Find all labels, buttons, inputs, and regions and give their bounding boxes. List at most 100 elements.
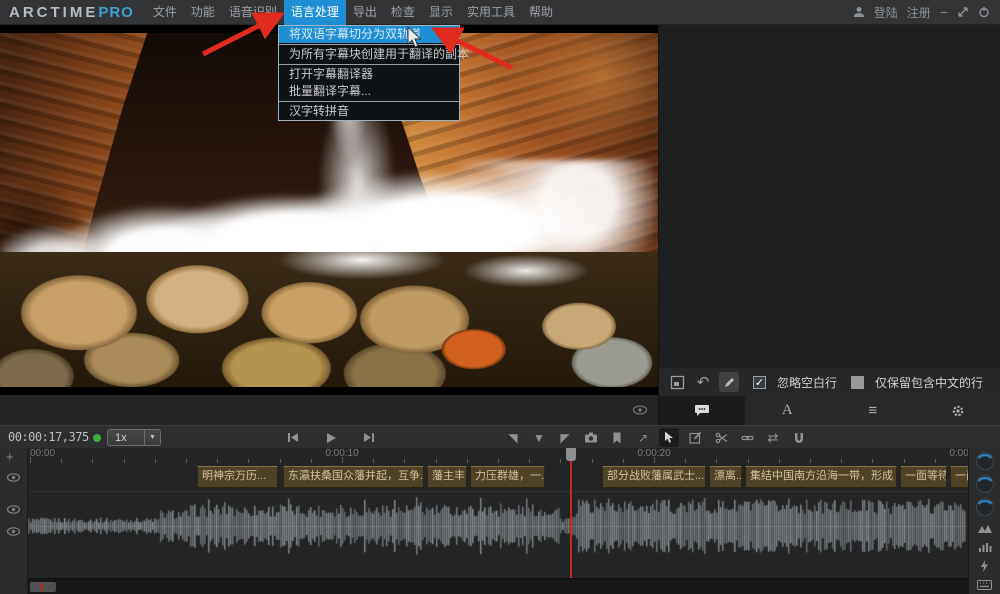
audio-waveform[interactable]: [28, 492, 968, 560]
dropdown-item-4[interactable]: 汉字转拼音: [279, 103, 459, 120]
ignore-blank-checkbox[interactable]: ✓: [753, 376, 766, 389]
zoom-knob-2[interactable]: [975, 474, 995, 494]
tab-text-style[interactable]: A: [745, 396, 831, 425]
track2-eye-icon[interactable]: [6, 504, 22, 516]
snapshot-camera-icon[interactable]: [581, 428, 601, 447]
menu-item-6[interactable]: 显示: [422, 0, 460, 25]
playback-controls: [283, 426, 379, 449]
gear-icon: [951, 404, 965, 418]
menu-item-3[interactable]: 语言处理: [284, 0, 346, 25]
subtitle-track[interactable]: 明神宗万历...东瀛扶桑国众藩并起，互争..藩主丰.力压群雄，一. 部分战败藩属武…: [0, 465, 968, 489]
dropdown-item-2[interactable]: 打开字幕翻译器: [279, 66, 459, 83]
link-icon[interactable]: [737, 428, 757, 447]
keyboard-shortcuts-icon[interactable]: [975, 577, 995, 593]
subtitle-block-5[interactable]: 漂离..: [709, 466, 742, 488]
timeline-side-controls: [968, 448, 1000, 594]
speech-bubble-icon: [694, 404, 710, 418]
minimize-button[interactable]: −: [940, 4, 948, 20]
chinese-only-checkbox[interactable]: [851, 376, 864, 389]
tab-subtitles[interactable]: [659, 396, 745, 425]
menu-item-7[interactable]: 实用工具: [460, 0, 522, 25]
block-end-icon[interactable]: ◤: [555, 428, 575, 447]
subtitle-block-4[interactable]: 部分战败藩属武士...: [602, 466, 706, 488]
menu-item-5[interactable]: 检查: [384, 0, 422, 25]
ruler-tick: [467, 459, 468, 463]
scrollbar-notch: [40, 583, 43, 591]
magnet-icon[interactable]: [789, 428, 809, 447]
ruler-tick: [61, 459, 62, 463]
spectrum-mode-icon[interactable]: [975, 539, 995, 555]
menu-item-0[interactable]: 文件: [146, 0, 184, 25]
zoom-knob-3[interactable]: [975, 497, 995, 517]
subtitle-panel-toolbar: ↶ ✓ 忽略空白行 仅保留包含中文的行: [659, 368, 1000, 396]
select-cursor-icon[interactable]: [659, 428, 679, 447]
undo-icon[interactable]: ↶: [693, 372, 713, 392]
ruler-tick: [280, 459, 281, 463]
playhead-handle[interactable]: [566, 448, 576, 461]
block-start-icon[interactable]: ◥: [503, 428, 523, 447]
power-icon[interactable]: [978, 6, 990, 18]
playback-speed-select[interactable]: 1x ▼: [107, 429, 161, 446]
subtitle-block-6[interactable]: 集结中国南方沿海一带，形成: [745, 466, 897, 488]
menubar-items: 文件功能语音识别语言处理导出检查显示实用工具帮助: [146, 0, 560, 25]
ruler-tick: [748, 459, 749, 463]
skip-forward-icon[interactable]: [359, 428, 379, 447]
ruler-tick: [498, 459, 499, 463]
tab-settings[interactable]: [916, 396, 1000, 425]
dropdown-item-1[interactable]: 为所有字幕块创建用于翻译的副本: [279, 46, 459, 63]
zoom-knob-1[interactable]: [975, 451, 995, 471]
tab-list[interactable]: ≡: [830, 396, 916, 425]
resize-icon[interactable]: [957, 6, 969, 18]
register-link[interactable]: 注册: [907, 4, 931, 21]
transport-bar: 00:00:17,375 1x ▼ ◥ ▼ ◤: [0, 425, 1000, 448]
waveform-mode-icon[interactable]: [975, 520, 995, 536]
ruler-tick: [716, 459, 717, 463]
subtitle-panel: ↶ ✓ 忽略空白行 仅保留包含中文的行 A ≡: [658, 25, 1000, 425]
subtitle-block-3[interactable]: 力压群雄，一.: [470, 466, 545, 488]
ruler-tick: [155, 459, 156, 463]
brand-name: ARCTIME: [9, 4, 98, 21]
dropdown-item-3[interactable]: 批量翻译字幕...: [279, 83, 459, 100]
menu-item-8[interactable]: 帮助: [522, 0, 560, 25]
ruler-label-3: 0:00:30: [949, 448, 968, 459]
login-link[interactable]: 登陆: [874, 4, 898, 21]
quick-action-lightning-icon[interactable]: [975, 558, 995, 574]
menu-item-1[interactable]: 功能: [184, 0, 222, 25]
timeline-scrollbar[interactable]: [28, 578, 968, 594]
play-icon[interactable]: [321, 428, 341, 447]
timeline-ruler[interactable]: 00:000:00:100:00:200:00:30: [28, 448, 968, 463]
skip-back-icon[interactable]: [283, 428, 303, 447]
swap-icon[interactable]: ⇄: [763, 428, 783, 447]
bookmark-icon[interactable]: [607, 428, 627, 447]
block-drop-icon[interactable]: ▼: [529, 428, 549, 447]
status-green-dot: [93, 434, 101, 442]
scrollbar-handle[interactable]: [30, 582, 56, 592]
add-track-icon[interactable]: +: [6, 449, 14, 464]
timeline-area: + 00:000:00:100:00:200:00:30 明神宗万历...东瀛扶…: [0, 448, 1000, 594]
menu-item-4[interactable]: 导出: [346, 0, 384, 25]
ruler-tick: [810, 459, 811, 463]
ruler-tick: [124, 459, 125, 463]
dropdown-item-0[interactable]: 将双语字幕切分为双轨道: [279, 26, 459, 43]
subtitle-block-7[interactable]: 一面等待: [900, 466, 947, 488]
track3-eye-icon[interactable]: [6, 526, 22, 538]
scissors-icon[interactable]: [711, 428, 731, 447]
text-style-icon: A: [782, 402, 793, 419]
playhead[interactable]: [570, 448, 572, 578]
dropdown-separator: [279, 101, 459, 102]
ruler-tick: [436, 459, 437, 463]
subtitle-block-2[interactable]: 藩主丰.: [427, 466, 467, 488]
edit-pencil-icon[interactable]: [719, 372, 739, 392]
preview-eye-icon[interactable]: [632, 404, 648, 416]
menu-item-2[interactable]: 语音识别: [222, 0, 284, 25]
ruler-tick: [872, 459, 873, 463]
brand-suffix: PRO: [98, 4, 134, 21]
subtitle-block-8[interactable]: 一面等待: [950, 466, 968, 488]
ruler-tick: [779, 459, 780, 463]
subtitle-block-0[interactable]: 明神宗万历...: [197, 466, 278, 488]
subtitle-block-1[interactable]: 东瀛扶桑国众藩并起，互争..: [283, 466, 424, 488]
jump-arrow-icon[interactable]: ↗: [633, 428, 653, 447]
check-icon: ✓: [755, 376, 764, 389]
insert-block-icon[interactable]: [667, 372, 687, 392]
edit-block-icon[interactable]: [685, 428, 705, 447]
